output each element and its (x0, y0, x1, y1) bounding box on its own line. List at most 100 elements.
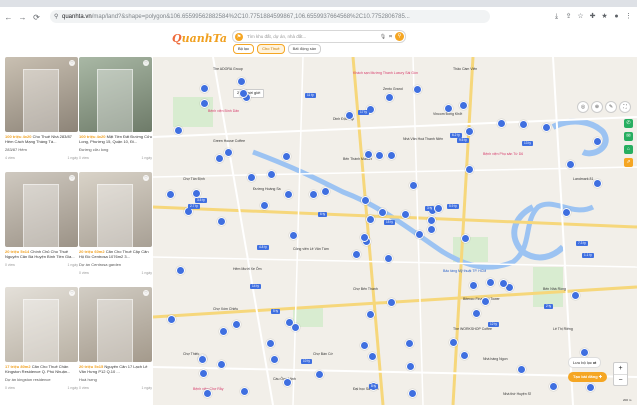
listing-pin[interactable] (285, 318, 294, 327)
listing-pin[interactable] (499, 279, 508, 288)
listing-photo[interactable]: ♡ (79, 57, 152, 132)
property-pill[interactable]: Bất động sản (287, 44, 322, 54)
map-label[interactable]: Chợ Bàn Cờ (313, 352, 333, 356)
listing-pin[interactable] (176, 266, 185, 275)
download-icon[interactable]: ⤓ (552, 11, 561, 22)
listing-pin[interactable] (166, 190, 175, 199)
save-filter-button[interactable]: Lưu bộ lọc ⇄ (568, 357, 602, 368)
map-label[interactable]: Khách sạn Mường Thanh Luxury Sài Gòn (353, 71, 418, 75)
listing-photo[interactable]: ♡ (79, 172, 152, 247)
zoom-out-icon[interactable]: − (614, 374, 627, 386)
search-box[interactable]: ⚑ Tìm khu đất, dự án, nhà đất... 🎙 ⌗ ⚲ (232, 30, 406, 43)
listing-pin[interactable] (215, 154, 224, 163)
listing-pin[interactable] (387, 298, 396, 307)
listing-title[interactable]: 100 triệu 4x20 Cho Thuê Nhà 283/87 Hẻm C… (5, 134, 78, 144)
listing-pin[interactable] (266, 339, 275, 348)
listing-pin[interactable] (360, 341, 369, 350)
price-tag[interactable]: 13 tỷ (522, 141, 533, 146)
listing-pin[interactable] (378, 208, 387, 217)
listing-pin[interactable] (427, 216, 436, 225)
listing-pin[interactable] (309, 190, 318, 199)
price-tag[interactable]: 14 tỷ (250, 284, 261, 289)
listing-pin[interactable] (517, 365, 526, 374)
listing-pin[interactable] (409, 181, 418, 190)
phone-icon[interactable]: ✆ (624, 119, 633, 128)
mic-icon[interactable]: 🎙 (380, 34, 386, 40)
favorite-icon[interactable]: ♡ (69, 175, 75, 181)
listing-pin[interactable] (465, 165, 474, 174)
listing-pin[interactable] (239, 89, 248, 98)
listing-pin[interactable] (586, 383, 595, 392)
listing-pin[interactable] (434, 204, 443, 213)
listing-pin[interactable] (593, 137, 602, 146)
price-tag[interactable]: 1.1 tỷ (582, 253, 594, 258)
listing-pin[interactable] (449, 338, 458, 347)
listing-pin[interactable] (345, 111, 354, 120)
map-label[interactable]: Nhà Văn Hoá Thanh Niên (403, 137, 443, 141)
listing-card[interactable]: ♡ 17 triệu 80m2 Căn Cho Thuê Chân Kingsto… (5, 287, 78, 399)
price-tag[interactable]: 10 tỷ (301, 359, 312, 364)
listing-pin[interactable] (427, 225, 436, 234)
listing-pin[interactable] (593, 179, 602, 188)
price-tag[interactable]: 2.7 tỷ (188, 204, 200, 209)
bookmark-icon[interactable]: ★ (600, 11, 609, 22)
listing-title[interactable]: 20 triệu 5x15 Nguyên Căn 17 Lạch Lê Văn … (79, 364, 152, 374)
price-tag[interactable]: 12 tỷ (488, 322, 499, 327)
listing-pin[interactable] (472, 309, 481, 318)
listing-pin[interactable] (283, 378, 292, 387)
map-label[interactable]: Công viên Lê Văn Tám (293, 247, 329, 251)
price-tag[interactable]: 2 tỷ (544, 304, 554, 309)
favorite-icon[interactable]: ♡ (69, 290, 75, 296)
map-label[interactable]: Chợ Xóm Chiếu (213, 307, 238, 311)
listing-pin[interactable] (549, 382, 558, 391)
favorite-icon[interactable]: ♡ (143, 60, 149, 66)
menu-icon[interactable]: ⋮ (624, 11, 633, 22)
listing-pin[interactable] (387, 151, 396, 160)
filter-icon[interactable]: ⚑ (235, 32, 243, 41)
filter-pill[interactable]: Bộ lọc (233, 44, 255, 54)
listing-pin[interactable] (415, 230, 424, 239)
listing-pin[interactable] (352, 250, 361, 259)
listing-pin[interactable] (260, 201, 269, 210)
map[interactable]: 2020 mới giới The ADORA GroupKhách sạn M… (153, 57, 637, 405)
map-label[interactable]: Lê Thị Riêng (553, 327, 573, 331)
price-tag[interactable]: 5 tỷ (271, 309, 281, 314)
listing-card[interactable]: ♡ 100 triệu 4x20 Mặt Tiền Đất Đường Cửu L… (79, 57, 152, 169)
map-label[interactable]: Green House Coffee (213, 139, 245, 143)
map-label[interactable]: Chợ Tân Định (183, 177, 205, 181)
listing-title[interactable]: 100 triệu 4x20 Mặt Tiền Đất Đường Cửu Lo… (79, 134, 152, 144)
listing-pin[interactable] (174, 126, 183, 135)
listing-pin[interactable] (580, 348, 589, 357)
map-label[interactable]: Nhà hàng Ngon (483, 357, 508, 361)
listing-pin[interactable] (566, 160, 575, 169)
map-label[interactable]: Hẻm Mười Xe Ôm (233, 267, 262, 271)
listing-pin[interactable] (200, 84, 209, 93)
listing-photo[interactable]: ♡ (79, 287, 152, 362)
listing-pin[interactable] (375, 151, 384, 160)
listing-pin[interactable] (368, 352, 377, 361)
create-post-button[interactable]: Tạo bài đăng ✚ (568, 372, 608, 382)
listing-pin[interactable] (217, 217, 226, 226)
listing-title[interactable]: 20 triệu 60m2 Căn Cho Thuê Cặp Căn Hộ Đồ… (79, 249, 152, 259)
listing-pin[interactable] (401, 210, 410, 219)
search-input[interactable]: Tìm khu đất, dự án, nhà đất... (247, 34, 380, 39)
listing-pin[interactable] (408, 389, 417, 398)
listing-title[interactable]: 17 triệu 80m2 Căn Cho Thuê Chân Kingston… (5, 364, 78, 374)
price-tag[interactable]: 11 tỷ (305, 93, 316, 98)
listing-pin[interactable] (385, 93, 394, 102)
listing-pin[interactable] (240, 387, 249, 396)
listing-pin[interactable] (459, 101, 468, 110)
listing-pin[interactable] (465, 127, 474, 136)
reload-icon[interactable]: ⟳ (31, 12, 42, 23)
listing-photo[interactable]: ♡ (5, 172, 78, 247)
listing-pin[interactable] (321, 187, 330, 196)
listing-title[interactable]: 20 triệu 5x14 Chính Chủ Cho Thuê Nguyên … (5, 249, 78, 259)
listing-pin[interactable] (364, 150, 373, 159)
map-label[interactable]: Bệnh viện Phụ sản Từ Dũ (483, 152, 523, 156)
map-label[interactable]: Nhà thờ Huyện Sĩ (503, 392, 531, 396)
favorite-icon[interactable]: ♡ (69, 60, 75, 66)
map-label[interactable]: Bến Nhà Rồng (543, 287, 566, 291)
listing-pin[interactable] (247, 173, 256, 182)
map-label[interactable]: Zento Grand (383, 87, 403, 91)
map-label[interactable]: Bảo tàng Mỹ thuật TP. HCM (443, 269, 486, 273)
